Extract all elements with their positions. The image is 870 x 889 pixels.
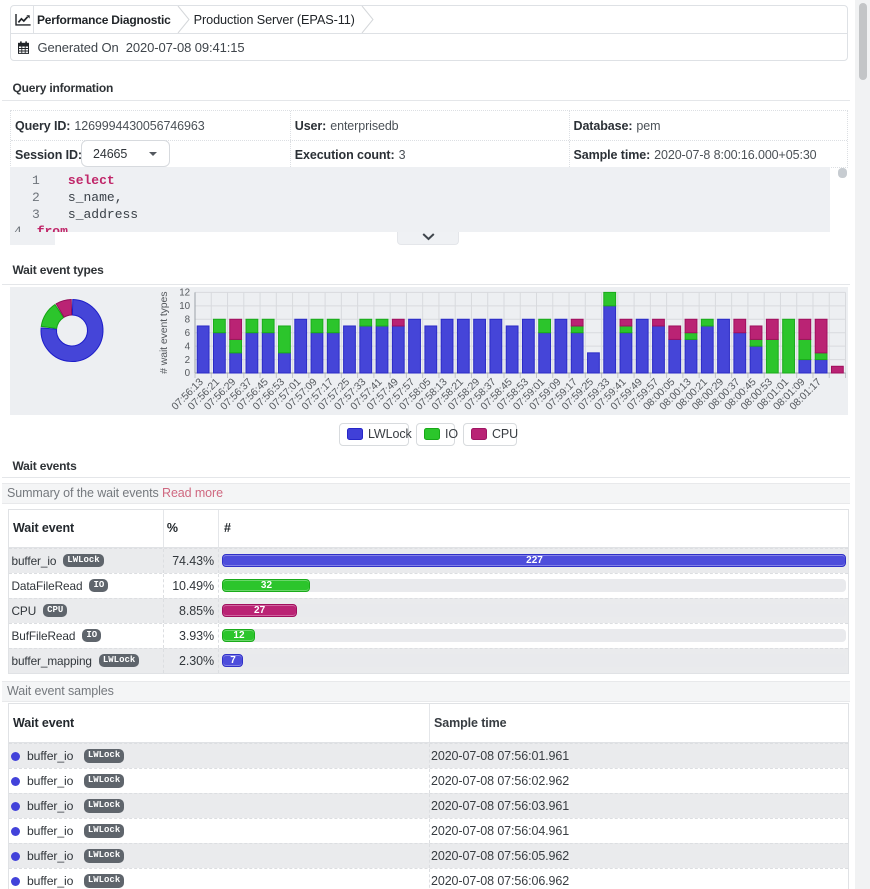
svg-text:8: 8 [185, 315, 191, 326]
svg-text:4: 4 [185, 341, 191, 352]
svg-text:10: 10 [179, 301, 190, 312]
svg-text:12: 12 [179, 288, 190, 299]
svg-text:2: 2 [185, 355, 190, 366]
svg-text:6: 6 [185, 328, 191, 339]
svg-text:# wait event types: # wait event types [158, 292, 170, 374]
svg-text:0: 0 [185, 368, 191, 379]
